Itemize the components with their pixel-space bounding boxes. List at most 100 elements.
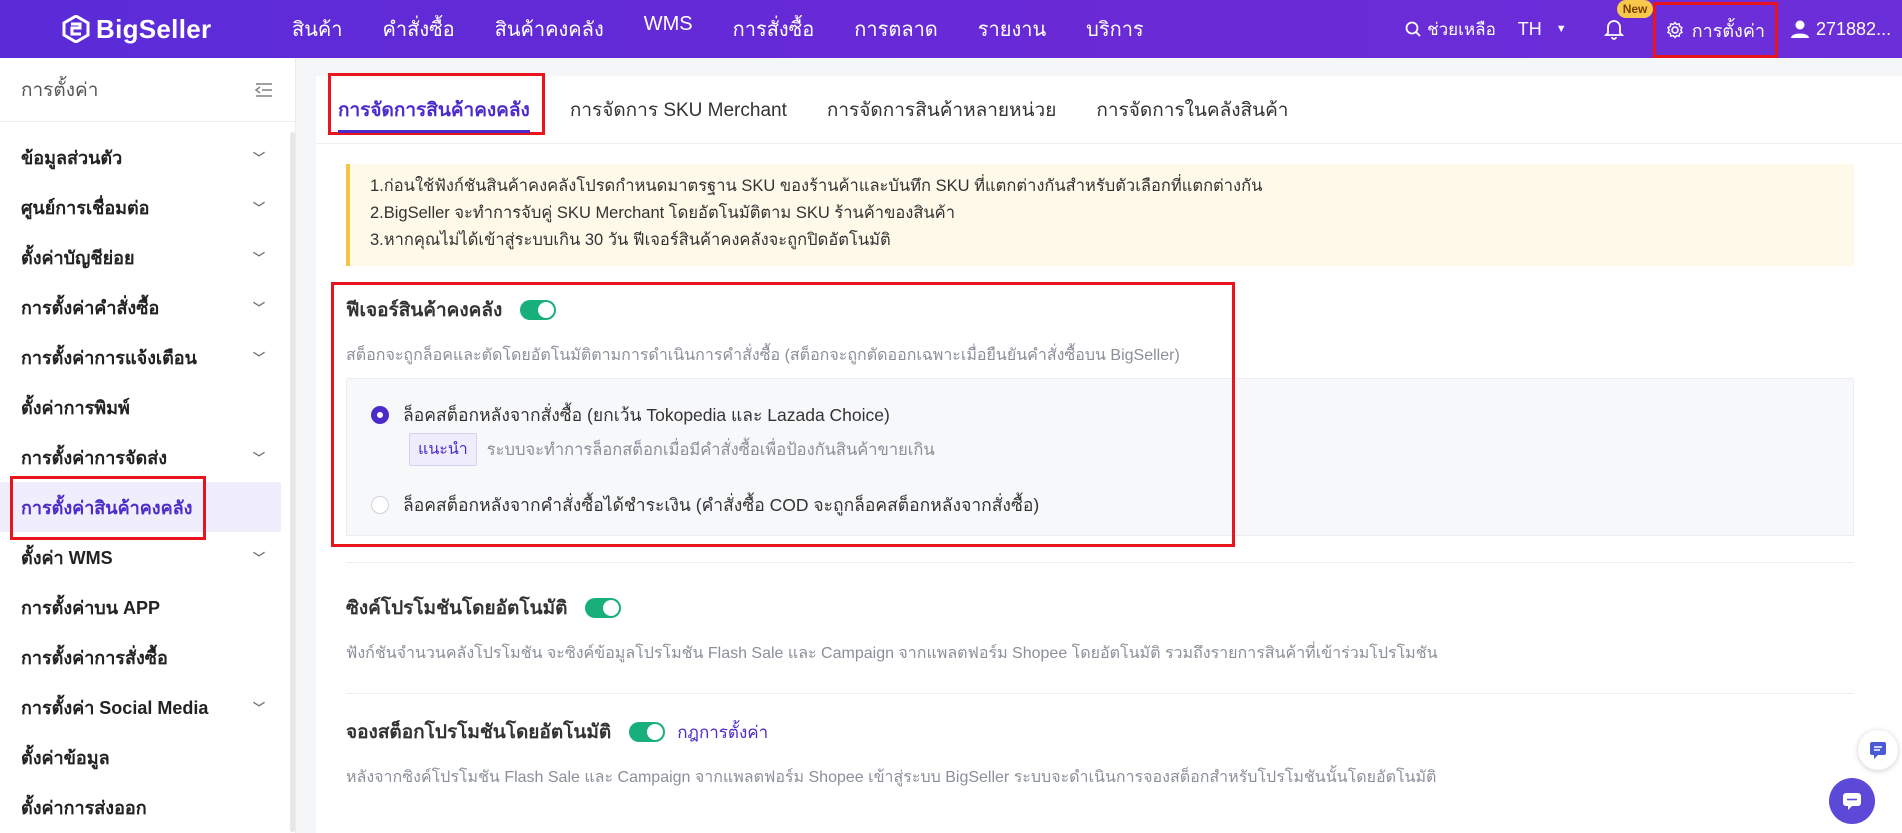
language-select[interactable]: TH ▼ (1518, 19, 1567, 40)
sidebar-header: การตั้งค่า (0, 58, 295, 122)
chat-button[interactable] (1829, 778, 1875, 824)
promo-sync-desc: ฟังก์ชันจำนวนคลังโปรโมชัน จะซิงค์ข้อมูลโ… (346, 645, 1438, 662)
chevron-down-icon: ﹀ (252, 550, 265, 565)
chevron-down-icon: ﹀ (252, 700, 265, 715)
sidebar-item[interactable]: การตั้งค่าการแจ้งเตือน ﹀ (0, 332, 295, 382)
settings-rule-link[interactable]: กฎการตั้งค่า (677, 719, 768, 746)
sidebar-item-label: การตั้งค่าการจัดส่ง (21, 447, 167, 468)
chevron-down-icon: ﹀ (252, 250, 265, 265)
chevron-down-icon: ﹀ (252, 300, 265, 315)
inventory-feature-title: ฟีเจอร์สินค้าคงคลัง (346, 300, 503, 321)
promo-reserve-toggle[interactable] (629, 722, 666, 742)
user-name: 271882... (1816, 18, 1892, 39)
tab[interactable]: การจัดการ SKU Merchant (570, 95, 787, 125)
sidebar-item[interactable]: ตั้งค่าการพิมพ์ (0, 382, 295, 432)
brand-name: BigSeller (96, 13, 212, 44)
sidebar-item-label: การตั้งค่า Social Media (21, 697, 209, 718)
user-icon (1791, 20, 1809, 38)
sidebar-item[interactable]: ศูนย์การเชื่อมต่อ ﹀ (0, 182, 295, 232)
tab-bar: การจัดการสินค้าคงคลัง การจัดการ SKU Merch… (316, 72, 1902, 144)
promo-reserve-desc: หลังจากซิงค์โปรโมชัน Flash Sale และ Camp… (346, 769, 1437, 786)
notice-line: 3.หากคุณไม่ได้เข้าสู่ระบบเกิน 30 วัน ฟีเ… (370, 231, 891, 249)
radio-selected[interactable] (371, 406, 389, 424)
promo-sync-toggle[interactable] (585, 598, 622, 618)
divider (346, 562, 1854, 563)
nav-item[interactable]: การตลาด (854, 13, 938, 45)
search-icon (1405, 21, 1421, 37)
sidebar-item-label: การตั้งค่าบน APP (21, 597, 161, 618)
main-nav: สินค้า คำสั่งซื้อ สินค้าคงคลัง WMS การสั่งซื… (292, 13, 1184, 45)
new-badge: New (1616, 0, 1654, 18)
sidebar-item[interactable]: ตั้งค่าบัญชีย่อย ﹀ (0, 232, 295, 282)
sidebar-item-label: ตั้งค่า WMS (21, 547, 113, 568)
nav-item[interactable]: การสั่งซื้อ (733, 13, 815, 45)
sidebar-scrollbar[interactable] (290, 132, 295, 832)
nav-item[interactable]: สินค้าคงคลัง (495, 13, 604, 45)
feedback-icon (1870, 742, 1886, 759)
recommend-badge: แนะนำ (409, 433, 477, 466)
bigseller-logo-icon (62, 15, 90, 43)
nav-item[interactable]: รายงาน (978, 13, 1046, 45)
sidebar-item[interactable]: ตั้งค่า WMS ﹀ (0, 532, 295, 582)
stock-lock-options: ล็อคสต็อกหลังจากสั่งซื้อ (ยกเว้น Tokoped… (346, 378, 1854, 536)
help-label: ช่วยเหลือ (1427, 19, 1496, 39)
tab[interactable]: การจัดการในคลังสินค้า (1096, 95, 1288, 125)
radio-unselected[interactable] (371, 496, 389, 514)
user-menu[interactable]: 271882... (1790, 19, 1892, 40)
sidebar-item-label: ตั้งค่าบัญชีย่อย (21, 247, 135, 268)
sidebar-item[interactable]: การตั้งค่า Social Media ﹀ (0, 682, 295, 732)
nav-item[interactable]: คำสั่งซื้อ (383, 13, 455, 45)
brand-logo[interactable]: BigSeller (62, 14, 252, 45)
tab[interactable]: การจัดการสินค้าหลายหน่วย (827, 95, 1056, 125)
collapse-menu-icon[interactable] (255, 82, 273, 98)
help-link[interactable]: ช่วยเหลือ (1405, 16, 1496, 43)
main-content: การจัดการสินค้าคงคลัง การจัดการ SKU Merch… (316, 72, 1902, 833)
language-label: TH (1517, 18, 1542, 39)
sidebar-item[interactable]: ข้อมูลส่วนตัว ﹀ (0, 132, 295, 182)
gear-icon (1666, 21, 1683, 39)
inventory-feature-toggle[interactable] (520, 300, 557, 320)
option-lock-after-payment[interactable]: ล็อคสต็อกหลังจากคำสั่งซื้อได้ชำระเงิน (ค… (371, 491, 1039, 519)
settings-sidebar: การตั้งค่า ข้อมูลส่วนตัว ﹀ ศูนย์การเชื่อมต… (0, 58, 296, 833)
notice-line: 2.BigSeller จะทำการจับคู่ SKU Merchant โ… (370, 204, 955, 222)
feedback-button[interactable] (1858, 730, 1898, 770)
notification-button[interactable]: New (1603, 0, 1654, 42)
sidebar-item[interactable]: การตั้งค่าการจัดส่ง ﹀ (0, 432, 295, 482)
chevron-down-icon: ﹀ (252, 200, 265, 215)
promo-reserve-section: จองสต็อกโปรโมชันโดยอัตโนมัติ กฎการตั้งค่… (346, 717, 1854, 790)
tab[interactable]: การจัดการสินค้าคงคลัง (328, 72, 545, 135)
inventory-feature-section: ฟีเจอร์สินค้าคงคลัง สต็อกจะถูกล็อคและตัด… (346, 295, 1854, 536)
promo-sync-title: ซิงค์โปรโมชันโดยอัตโนมัติ (346, 598, 568, 619)
sidebar-item-label: ตั้งค่าการส่งออก (21, 797, 147, 818)
settings-label: การตั้งค่า (1691, 20, 1765, 41)
option-lock-after-order[interactable]: ล็อคสต็อกหลังจากสั่งซื้อ (ยกเว้น Tokoped… (371, 401, 890, 429)
sidebar-menu: ข้อมูลส่วนตัว ﹀ ศูนย์การเชื่อมต่อ ﹀ ตั้งค่าบ… (0, 122, 295, 832)
nav-item[interactable]: บริการ (1086, 13, 1144, 45)
nav-item[interactable]: สินค้า (292, 13, 343, 45)
promo-reserve-title: จองสต็อกโปรโมชันโดยอัตโนมัติ (346, 722, 612, 743)
sidebar-item[interactable]: การตั้งค่าคำสั่งซื้อ ﹀ (0, 282, 295, 332)
top-navigation-bar: BigSeller สินค้า คำสั่งซื้อ สินค้าคงคลัง WM… (0, 0, 1902, 58)
notice-line: 1.ก่อนใช้ฟังก์ชันสินค้าคงคลังโปรดกำหนดมา… (370, 177, 1263, 195)
sidebar-item-label: ตั้งค่าข้อมูล (21, 747, 110, 768)
sidebar-item[interactable]: ตั้งค่าการส่งออก (0, 782, 295, 832)
sidebar-item[interactable]: ตั้งค่าข้อมูล (0, 732, 295, 782)
chevron-down-icon: ﹀ (252, 350, 265, 365)
chevron-down-icon: ﹀ (252, 450, 265, 465)
option-label: ล็อคสต็อกหลังจากคำสั่งซื้อได้ชำระเงิน (ค… (403, 495, 1040, 515)
chevron-down-icon: ﹀ (252, 150, 265, 165)
option-label: ล็อคสต็อกหลังจากสั่งซื้อ (ยกเว้น Tokoped… (403, 405, 890, 425)
caret-down-icon: ▼ (1555, 23, 1567, 35)
sidebar-item-label: การตั้งค่าคำสั่งซื้อ (21, 297, 160, 318)
inventory-feature-desc: สต็อกจะถูกล็อคและตัดโดยอัตโนมัติตามการดำ… (346, 347, 1180, 364)
promo-sync-section: ซิงค์โปรโมชันโดยอัตโนมัติ ฟังก์ชันจำนวนค… (346, 593, 1854, 666)
bell-icon (1603, 20, 1624, 40)
nav-item[interactable]: WMS (644, 13, 693, 45)
sidebar-item[interactable]: การตั้งค่าการสั่งซื้อ (0, 632, 295, 682)
sidebar-item[interactable]: การตั้งค่าสินค้าคงคลัง (0, 476, 281, 540)
sidebar-item-label: ศูนย์การเชื่อมต่อ (21, 197, 150, 218)
settings-link[interactable]: การตั้งค่า (1652, 2, 1778, 58)
sidebar-item[interactable]: การตั้งค่าบน APP (0, 582, 295, 632)
sidebar-item-label: ตั้งค่าการพิมพ์ (21, 397, 130, 418)
sidebar-item-label: การตั้งค่าการแจ้งเตือน (21, 347, 197, 368)
